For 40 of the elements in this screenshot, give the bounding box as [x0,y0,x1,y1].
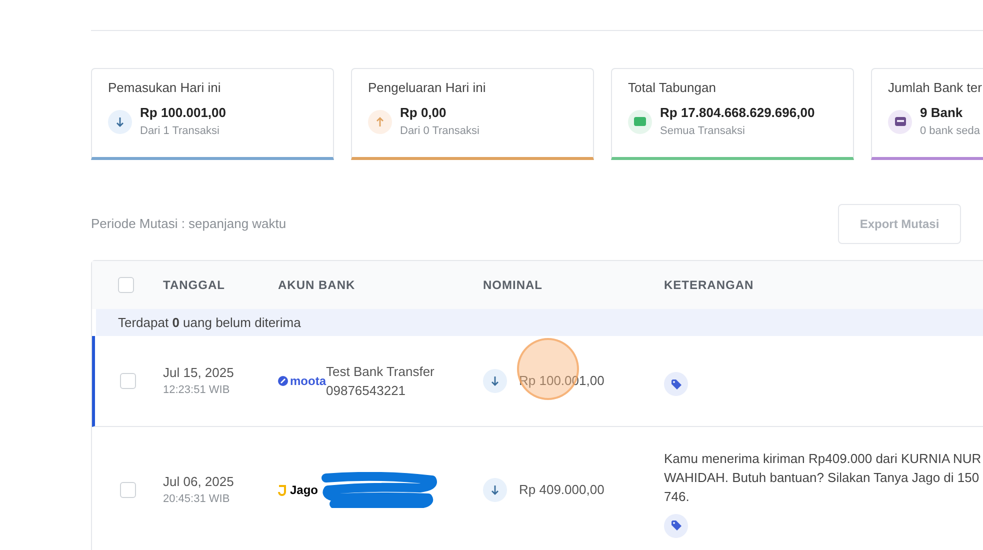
card-note: Dari 1 Transaksi [140,124,220,138]
tag-icon[interactable] [664,514,688,538]
transaction-description: Kamu menerima kiriman Rp409.000 dari KURNIA NUR WAHIDAH. Butuh bantuan? Silakan Tanya Jago di 150 746. [664,450,982,506]
card-icon [894,117,906,126]
column-header: NOMINAL [483,278,542,292]
card-note: Dari 0 Transaksi [400,124,480,138]
card-note: 0 bank seda [920,124,980,138]
account-number: 09876543221 [326,383,407,400]
card-note: Semua Transaksi [660,124,746,138]
column-header: KETERANGAN [664,278,754,292]
logo-icon [278,376,288,386]
card-amount: Rp 100.001,00 [140,105,226,121]
transaction-time: 20:45:31 WIB [163,492,231,507]
transaction-amount: Rp 409.000,00 [519,481,604,500]
transaction-time: 12:23:51 WIB [163,383,231,398]
card-amount: 9 Bank [920,105,964,121]
account-name: Test Bank Transfer [326,363,434,379]
wallet-icon [634,117,646,126]
up-arrow-icon [376,116,384,126]
bank-logo-text: Jago [290,482,318,499]
row-checkbox[interactable] [120,373,136,389]
down-arrow-icon [116,116,124,126]
card-amount: Rp 0,00 [400,105,448,121]
column-header: AKUN BANK [278,278,356,292]
tag-icon[interactable] [664,372,688,396]
card-title: Pemasukan Hari ini [108,80,222,96]
logo-icon [278,484,286,496]
period-label: Periode Mutasi : sepanjang waktu [91,215,286,234]
row-checkbox[interactable] [120,482,136,498]
transaction-date: Jul 15, 2025 [163,364,235,382]
card-amount: Rp 17.804.668.629.696,00 [660,105,815,121]
card-title: Pengeluaran Hari ini [368,80,487,96]
row-checkbox[interactable] [118,277,134,293]
transaction-date: Jul 06, 2025 [163,473,235,491]
card-title: Total Tabungan [628,80,717,96]
card-title: Jumlah Bank ter [888,80,983,96]
column-header: TANGGAL [163,278,225,292]
bank-logo-text: moota [290,374,326,390]
transaction-row[interactable]: Jul 06, 2025 20:45:31 WIB Jago Rp 409.000,00 Kamu menerima kiriman Rp409.000 dari KURNIA NUR WAHIDAH. Butuh bantuan? Silakan Tanya Jago di 150 746. [92,427,983,550]
pending-banner: Terdapat 0 uang belum diterima [96,309,983,336]
